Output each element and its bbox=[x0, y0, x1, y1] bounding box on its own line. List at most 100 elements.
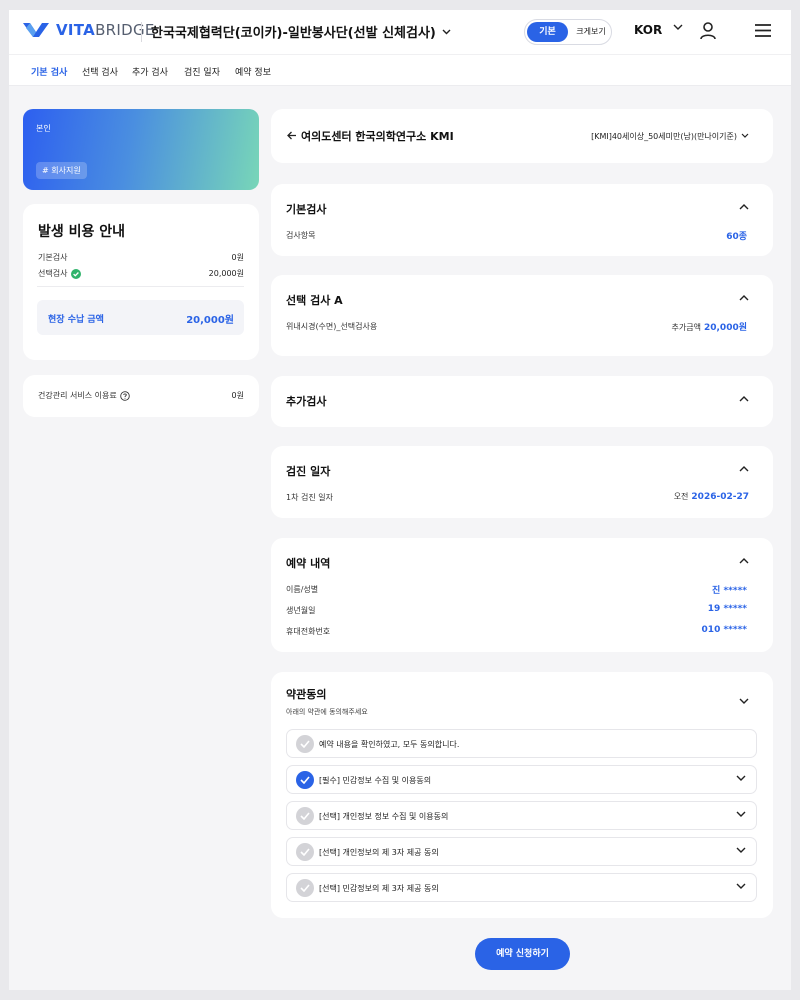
chevron-down-icon[interactable] bbox=[736, 775, 746, 781]
profile-card: 본인 # 회사지원 bbox=[23, 109, 259, 190]
agree-all-checkbox[interactable] bbox=[296, 735, 314, 753]
additional-exam-title: 추가검사 bbox=[286, 395, 327, 408]
terms-item-checkbox[interactable] bbox=[296, 807, 314, 825]
reservation-row-label: 휴대전화번호 bbox=[286, 627, 331, 636]
service-fee-label-group: 건강관리 서비스 이용료 bbox=[38, 390, 130, 401]
terms-title: 약관동의 bbox=[286, 688, 327, 701]
submit-reservation-button[interactable]: 예약 신청하기 bbox=[475, 938, 570, 970]
check-icon bbox=[300, 776, 310, 784]
view-large-option[interactable]: 크게보기 bbox=[571, 22, 611, 42]
reservation-row-label: 이름/성별 bbox=[286, 585, 319, 594]
hamburger-menu-icon[interactable] bbox=[754, 23, 772, 38]
cost-title: 발생 비용 안내 bbox=[38, 224, 126, 240]
organization-title: 한국국제협력단(코이카)-일반봉사단(선발 신체검사) bbox=[151, 26, 436, 41]
chevron-up-icon[interactable] bbox=[739, 466, 749, 472]
language-selector[interactable]: KOR bbox=[634, 23, 662, 37]
nav-basic-exam[interactable]: 기본 검사 bbox=[31, 65, 67, 78]
chevron-down-icon[interactable] bbox=[739, 698, 749, 704]
terms-item-label: [선택] 민감정보의 제 3자 제공 동의 bbox=[319, 884, 439, 893]
package-selector[interactable]: [KMI]40세이상_50세미만(남)(만나이기준) bbox=[591, 131, 737, 142]
check-icon bbox=[300, 740, 310, 748]
cost-row-label: 선택검사 bbox=[38, 269, 68, 278]
help-circle-icon[interactable] bbox=[119, 390, 130, 401]
organization-selector[interactable]: 한국국제협력단(코이카)-일반봉사단(선발 신체검사) bbox=[151, 22, 451, 41]
reservation-card: 예약 내역 이름/성별 진 ***** 생년월일 19 ***** 휴대전화번호… bbox=[271, 538, 773, 652]
exam-date-label: 1차 검진 일자 bbox=[286, 493, 333, 502]
onsite-payment-label: 현장 수납 금액 bbox=[48, 315, 104, 325]
terms-item-label: [필수] 민감정보 수집 및 이용동의 bbox=[319, 776, 432, 785]
exam-date-card: 검진 일자 1차 검진 일자 오전 2026-02-27 bbox=[271, 446, 773, 518]
chevron-down-icon[interactable] bbox=[736, 811, 746, 817]
terms-item-row[interactable]: [선택] 개인정보 정보 수집 및 이용동의 bbox=[286, 801, 757, 830]
cost-row-label-optional: 선택검사 bbox=[38, 268, 82, 279]
terms-subtitle: 아래의 약관에 동의해주세요 bbox=[286, 708, 368, 716]
check-icon bbox=[300, 812, 310, 820]
chevron-up-icon[interactable] bbox=[739, 295, 749, 301]
chevron-down-icon[interactable] bbox=[673, 24, 683, 31]
chevron-down-icon bbox=[442, 29, 451, 34]
nav-exam-date[interactable]: 검진 일자 bbox=[184, 65, 220, 78]
terms-item-checkbox[interactable] bbox=[296, 879, 314, 897]
chevron-up-icon[interactable] bbox=[739, 558, 749, 564]
reservation-row-label: 생년월일 bbox=[286, 606, 316, 615]
terms-item-row[interactable]: [필수] 민감정보 수집 및 이용동의 bbox=[286, 765, 757, 794]
chevron-down-icon[interactable] bbox=[736, 883, 746, 889]
chevron-down-icon[interactable] bbox=[741, 133, 749, 138]
terms-item-label: [선택] 개인정보의 제 3자 제공 동의 bbox=[319, 848, 439, 857]
check-circle-icon bbox=[71, 268, 82, 279]
view-basic-option[interactable]: 기본 bbox=[527, 22, 568, 42]
top-header: VITABRIDGE 한국국제협력단(코이카)-일반봉사단(선발 신체검사) 기… bbox=[9, 10, 791, 54]
reservation-row-value: 19 ***** bbox=[707, 604, 747, 614]
service-fee-value: 0원 bbox=[231, 391, 244, 400]
back-arrow-icon[interactable] bbox=[287, 131, 297, 140]
user-icon[interactable] bbox=[699, 21, 717, 41]
logo-text: VITABRIDGE bbox=[56, 21, 155, 39]
exam-time-label: 오전 bbox=[673, 492, 689, 501]
basic-exam-label: 검사항목 bbox=[286, 231, 316, 240]
center-card: 여의도센터 한국의학연구소 KMI [KMI]40세이상_50세미만(남)(만나… bbox=[271, 109, 773, 163]
terms-item-label: [선택] 개인정보 정보 수집 및 이용동의 bbox=[319, 812, 449, 821]
nav-additional-exam[interactable]: 추가 검사 bbox=[132, 65, 168, 78]
cost-row-value: 20,000원 bbox=[208, 269, 244, 278]
nav-reservation-info[interactable]: 예약 정보 bbox=[235, 65, 271, 78]
nav-optional-exam[interactable]: 선택 검사 bbox=[82, 65, 118, 78]
header-divider bbox=[141, 22, 142, 42]
basic-exam-count[interactable]: 60종 bbox=[726, 229, 747, 242]
app-page: VITABRIDGE 한국국제협력단(코이카)-일반봉사단(선발 신체검사) 기… bbox=[9, 10, 791, 990]
terms-item-row[interactable]: [선택] 개인정보의 제 3자 제공 동의 bbox=[286, 837, 757, 866]
chevron-up-icon[interactable] bbox=[739, 204, 749, 210]
exam-date: 2026-02-27 bbox=[691, 492, 749, 502]
profile-tag: # 회사지원 bbox=[36, 162, 87, 179]
section-nav: 기본 검사 선택 검사 추가 검사 검진 일자 예약 정보 bbox=[9, 54, 791, 86]
agree-all-label: 예약 내용을 확인하였고, 모두 동의합니다. bbox=[319, 740, 460, 749]
logo-mark-icon bbox=[23, 23, 49, 37]
cost-summary-card: 발생 비용 안내 기본검사 0원 선택검사 20,000원 현장 수납 금액 2… bbox=[23, 204, 259, 360]
terms-item-row[interactable]: [선택] 민감정보의 제 3자 제공 동의 bbox=[286, 873, 757, 902]
basic-exam-title: 기본검사 bbox=[286, 203, 327, 216]
agree-all-row[interactable]: 예약 내용을 확인하였고, 모두 동의합니다. bbox=[286, 729, 757, 758]
chevron-up-icon[interactable] bbox=[739, 396, 749, 402]
option-a-amount-value: 20,000원 bbox=[703, 323, 747, 333]
option-a-amount-label: 추가금액 bbox=[671, 323, 701, 332]
chevron-down-icon[interactable] bbox=[736, 847, 746, 853]
center-name: 여의도센터 한국의학연구소 KMI bbox=[301, 130, 454, 143]
view-mode-toggle[interactable]: 기본 크게보기 bbox=[524, 19, 612, 45]
terms-card: 약관동의 아래의 약관에 동의해주세요 예약 내용을 확인하였고, 모두 동의합… bbox=[271, 672, 773, 918]
option-a-title: 선택 검사 A bbox=[286, 294, 343, 307]
cost-row-value: 0원 bbox=[231, 253, 244, 262]
check-icon bbox=[300, 848, 310, 856]
service-fee-card: 건강관리 서비스 이용료 0원 bbox=[23, 375, 259, 417]
exam-date-value[interactable]: 오전 2026-02-27 bbox=[674, 491, 749, 502]
check-icon bbox=[300, 884, 310, 892]
terms-item-checkbox[interactable] bbox=[296, 843, 314, 861]
basic-exam-card: 기본검사 검사항목 60종 bbox=[271, 184, 773, 256]
additional-exam-card: 추가검사 bbox=[271, 376, 773, 427]
cost-row-label: 기본검사 bbox=[38, 253, 68, 262]
reservation-title: 예약 내역 bbox=[286, 557, 331, 570]
terms-item-checkbox[interactable] bbox=[296, 771, 314, 789]
onsite-payment-value: 20,000원 bbox=[186, 315, 234, 326]
option-a-item: 위내시경(수면)_선택검사용 bbox=[286, 322, 378, 331]
vitabridge-logo[interactable]: VITABRIDGE bbox=[22, 20, 155, 40]
onsite-payment-box: 현장 수납 금액 20,000원 bbox=[37, 300, 244, 335]
service-fee-label: 건강관리 서비스 이용료 bbox=[38, 391, 117, 400]
